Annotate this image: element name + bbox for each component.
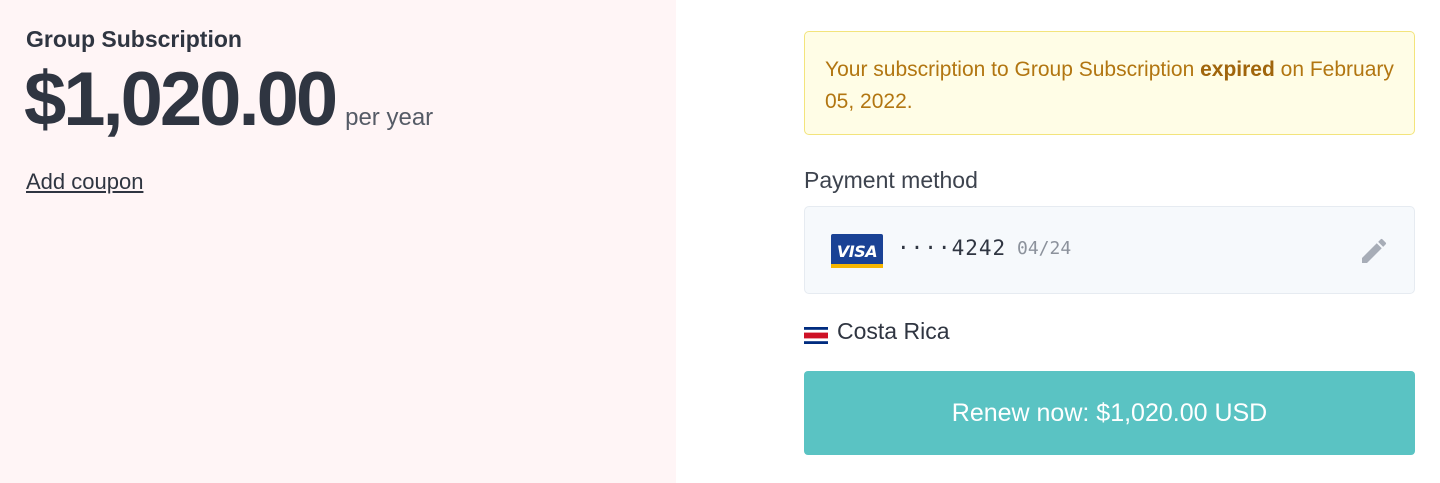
checkout-panel: Your subscription to Group Subscription … [676,0,1440,483]
country-row: Costa Rica [804,318,949,345]
alert-text-before: Your subscription to Group Subscription [825,58,1201,81]
alert-text-bold: expired [1200,58,1275,81]
price-period: per year [345,104,434,131]
country-name: Costa Rica [837,318,950,344]
visa-icon: VISA [831,234,883,268]
plan-summary-panel: Group Subscription $1,020.00 per year Ad… [0,0,676,483]
costa-rica-flag-icon [804,323,828,344]
add-coupon-link[interactable]: Add coupon [26,169,143,195]
pencil-icon[interactable] [1358,235,1390,267]
plan-name: Group Subscription [26,26,242,52]
price-row: $1,020.00 per year [24,62,433,138]
renew-button[interactable]: Renew now: $1,020.00 USD [804,371,1415,455]
payment-method-card: VISA ····4242 04/24 [804,206,1415,294]
payment-method-label: Payment method [804,167,978,193]
card-expiry: 04/24 [1017,238,1072,259]
expired-alert: Your subscription to Group Subscription … [804,31,1415,135]
price-amount: $1,020.00 [24,57,338,142]
card-number: ····4242 [897,236,1007,260]
